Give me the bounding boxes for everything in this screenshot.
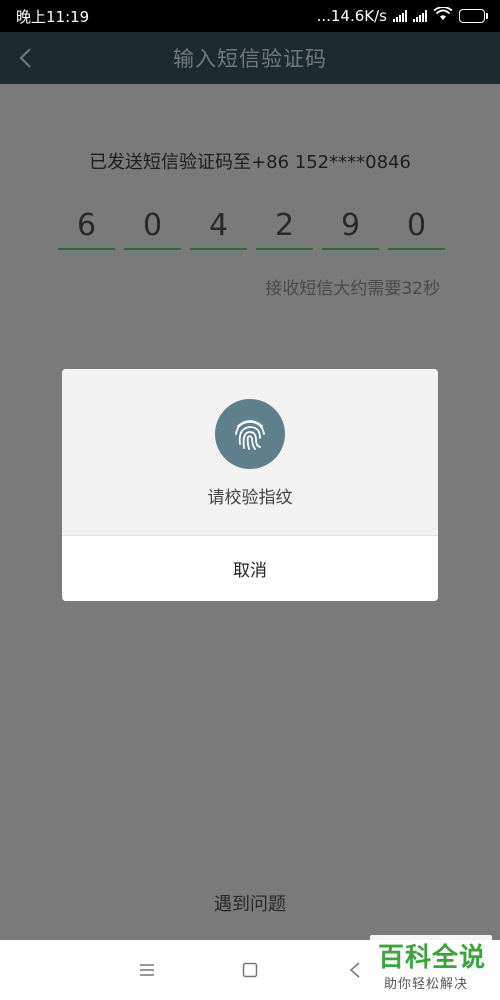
page-title: 输入短信验证码 — [173, 47, 327, 71]
code-digit-1[interactable]: 6 — [58, 202, 115, 250]
code-digit-4[interactable]: 2 — [256, 202, 313, 250]
signal-icon-2 — [413, 10, 427, 22]
battery-icon: 33 — [459, 9, 488, 23]
code-digit-6[interactable]: 0 — [388, 202, 445, 250]
nav-back-button[interactable] — [343, 958, 367, 982]
code-digit-2[interactable]: 0 — [124, 202, 181, 250]
battery-level: 33 — [465, 10, 479, 20]
help-link[interactable]: 遇到问题 — [0, 890, 500, 916]
status-bar: 晚上11:19 ...14.6K/s 33 — [0, 0, 500, 32]
dialog-body: 请校验指纹 — [62, 369, 438, 535]
watermark-title: 百科全说 — [378, 943, 487, 973]
back-button[interactable] — [12, 44, 38, 72]
code-digit-5[interactable]: 9 — [322, 202, 379, 250]
sms-sent-message: 已发送短信验证码至+86 152****0846 — [89, 152, 411, 173]
code-input-row[interactable]: 6 0 4 2 9 0 — [58, 202, 445, 250]
watermark-subtitle: 助你轻松解决 — [384, 977, 469, 992]
sms-timer-message: 接收短信大约需要32秒 — [265, 279, 440, 299]
cancel-button[interactable]: 取消 — [62, 536, 438, 601]
fingerprint-icon — [215, 399, 285, 469]
dialog-message: 请校验指纹 — [207, 488, 293, 508]
menu-button[interactable] — [135, 958, 159, 982]
header: 输入短信验证码 — [0, 32, 500, 84]
wifi-icon — [433, 6, 453, 25]
home-square-icon — [242, 962, 258, 978]
chevron-left-icon — [19, 48, 31, 68]
watermark-logo: 百科全说 助你轻松解决 — [370, 935, 492, 993]
signal-icon — [393, 10, 407, 22]
status-icons: ...14.6K/s 33 — [316, 6, 488, 25]
status-time: 晚上11:19 — [16, 7, 90, 26]
code-digit-3[interactable]: 4 — [190, 202, 247, 250]
network-speed: ...14.6K/s — [316, 7, 387, 25]
fingerprint-dialog: 请校验指纹 取消 — [62, 369, 438, 601]
home-button[interactable] — [238, 958, 262, 982]
back-triangle-icon — [349, 962, 360, 978]
menu-icon — [140, 964, 154, 976]
